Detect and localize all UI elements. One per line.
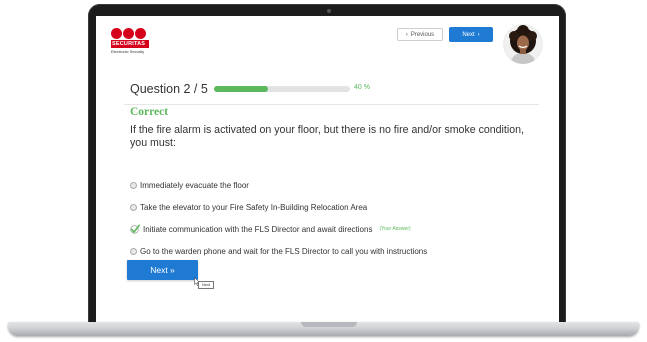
answer-option[interactable]: Go to the warden phone and wait for the … (130, 247, 427, 256)
tooltip: Next (198, 281, 214, 289)
answer-option-selected[interactable]: Initiate communication with the FLS Dire… (130, 224, 411, 234)
option-text: Take the elevator to your Fire Safety In… (140, 203, 368, 212)
next-top-label: Next (462, 31, 475, 38)
progress-text: 40 % (354, 84, 370, 91)
logo-wordmark: SECURITAS (111, 40, 149, 48)
answer-option[interactable]: Take the elevator to your Fire Safety In… (130, 203, 367, 212)
answer-option[interactable]: Immediately evacuate the floor (130, 181, 249, 190)
progress-fill (214, 86, 269, 92)
your-answer-tag: (Your Answer) (379, 226, 411, 232)
avatar (503, 24, 543, 64)
result-label: Correct (130, 106, 169, 118)
logo-dot (135, 28, 146, 39)
logo-subtitle: Electronic Security (111, 49, 145, 54)
option-text: Initiate communication with the FLS Dire… (143, 224, 373, 234)
laptop-notch (301, 322, 357, 327)
radio-icon (130, 248, 137, 255)
chevron-left-icon: ‹ (405, 31, 408, 38)
question-counter: Question 2 / 5 (130, 82, 208, 96)
progress-bar (214, 86, 350, 92)
previous-label: Previous (410, 31, 435, 38)
checkmark-icon (130, 224, 140, 234)
previous-button[interactable]: ‹ Previous (397, 28, 443, 41)
screen: SECURITAS Electronic Security ‹ Previous… (96, 16, 559, 322)
option-text: Immediately evacuate the floor (140, 181, 249, 190)
option-text: Go to the warden phone and wait for the … (140, 247, 428, 256)
question-text: If the fire alarm is activated on your f… (130, 124, 524, 149)
next-top-button[interactable]: Next › (449, 27, 493, 42)
logo-dot (111, 28, 122, 39)
camera (327, 9, 331, 13)
divider (124, 104, 539, 105)
radio-icon (130, 182, 137, 189)
radio-icon (130, 204, 137, 211)
chevron-right-icon: › (477, 31, 480, 38)
avatar-portrait (509, 25, 537, 64)
logo-dot (123, 28, 134, 39)
logo-dots (111, 28, 157, 39)
securitas-logo: SECURITAS Electronic Security (111, 28, 157, 54)
next-button[interactable]: Next » (127, 260, 198, 280)
